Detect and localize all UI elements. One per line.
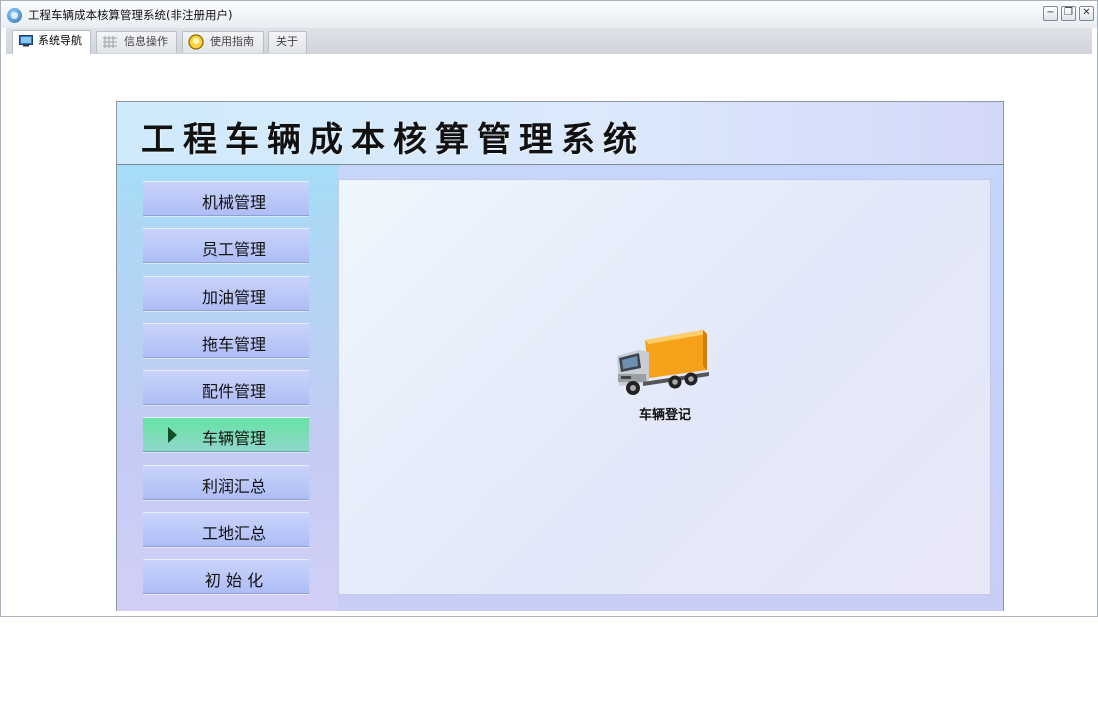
truck-icon (617, 330, 709, 395)
nav-label: 工地汇总 (201, 524, 266, 543)
nav-label: 利润汇总 (201, 477, 266, 496)
panel-body: 机械管理 员工管理 加油管理 拖车管理 配件管理 车辆管理 利润汇总 工地汇总 … (117, 165, 1003, 611)
title-bar: 工程车辆成本核算管理系统(非注册用户) − ❐ ✕ (1, 1, 1097, 28)
nav-label: 加油管理 (201, 288, 266, 307)
monitor-icon (19, 35, 33, 47)
nav-machinery-management[interactable]: 机械管理 (143, 181, 309, 216)
nav-site-summary[interactable]: 工地汇总 (143, 512, 309, 547)
tab-content: 工程车辆成本核算管理系统 机械管理 员工管理 加油管理 拖车管理 配件管理 车辆… (6, 54, 1092, 611)
navigation-panel: 工程车辆成本核算管理系统 机械管理 员工管理 加油管理 拖车管理 配件管理 车辆… (116, 101, 1004, 611)
close-button[interactable]: ✕ (1079, 6, 1094, 21)
nav-label: 拖车管理 (201, 335, 266, 354)
minimize-button[interactable]: − (1043, 6, 1058, 21)
app-window: 工程车辆成本核算管理系统(非注册用户) − ❐ ✕ 系统导航 信息操作 使用指南… (0, 0, 1098, 617)
restore-button[interactable]: ❐ (1061, 6, 1076, 21)
nav-staff-management[interactable]: 员工管理 (143, 228, 309, 263)
nav-label: 初 始 化 (204, 571, 264, 590)
tab-label: 信息操作 (124, 35, 168, 48)
app-banner: 工程车辆成本核算管理系统 (117, 102, 1003, 165)
nav-profit-summary[interactable]: 利润汇总 (143, 465, 309, 500)
minimize-icon: − (1046, 7, 1055, 18)
sidebar: 机械管理 员工管理 加油管理 拖车管理 配件管理 车辆管理 利润汇总 工地汇总 … (117, 165, 338, 611)
nav-tow-management[interactable]: 拖车管理 (143, 323, 309, 358)
nav-label: 机械管理 (201, 193, 266, 212)
nav-label: 员工管理 (201, 240, 266, 259)
tab-info-operations[interactable]: 信息操作 (96, 31, 177, 53)
tile-label: 车辆登记 (638, 408, 691, 423)
close-icon: ✕ (1082, 7, 1091, 18)
nav-refuel-management[interactable]: 加油管理 (143, 276, 309, 311)
app-logo-icon (7, 8, 22, 23)
tab-about[interactable]: 关于 (268, 31, 307, 53)
nav-parts-management[interactable]: 配件管理 (143, 370, 309, 405)
tab-user-guide[interactable]: 使用指南 (182, 31, 264, 53)
tab-system-navigation[interactable]: 系统导航 (12, 30, 91, 54)
restore-icon: ❐ (1064, 7, 1073, 18)
tab-label: 系统导航 (38, 34, 82, 47)
lightbulb-icon (188, 34, 204, 50)
vehicle-registration-tile[interactable]: 车辆登记 (613, 326, 717, 430)
window-title: 工程车辆成本核算管理系统(非注册用户) (28, 8, 233, 22)
tab-bar: 系统导航 信息操作 使用指南 关于 (6, 28, 1092, 54)
banner-title: 工程车辆成本核算管理系统 (141, 120, 645, 160)
main-pane: 车辆登记 (338, 179, 991, 595)
nav-vehicle-management[interactable]: 车辆管理 (143, 417, 309, 452)
grid-icon (103, 36, 117, 48)
tab-label: 关于 (276, 35, 298, 48)
tab-label: 使用指南 (210, 35, 254, 48)
nav-label: 车辆管理 (201, 429, 266, 448)
nav-label: 配件管理 (201, 382, 266, 401)
nav-initialize[interactable]: 初 始 化 (143, 559, 309, 594)
